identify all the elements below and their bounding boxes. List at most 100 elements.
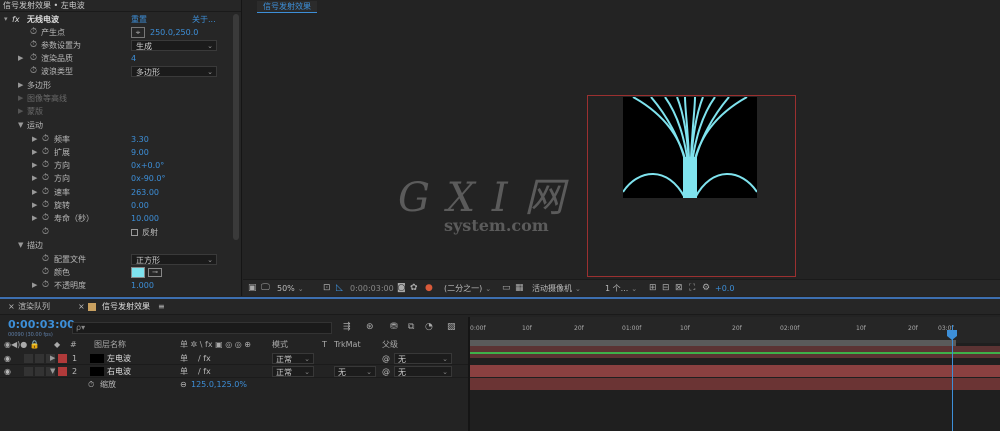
param-value[interactable]: 263.00: [131, 186, 159, 199]
param-row-opacity[interactable]: ▶ ⏱ 不透明度 1.000: [0, 279, 232, 292]
switch-fx-icon[interactable]: / fx: [198, 365, 211, 378]
expand-triangle-icon[interactable]: ▶: [18, 92, 23, 105]
monitor-icon[interactable]: 🖵: [261, 283, 270, 294]
group-row-image-contour[interactable]: ▶ 图像等高线: [0, 92, 232, 105]
close-icon[interactable]: ×: [78, 301, 85, 313]
stopwatch-icon[interactable]: ⏱: [42, 266, 49, 279]
layer-search-input[interactable]: ρ▾: [72, 322, 332, 334]
stopwatch-icon[interactable]: ⏱: [88, 378, 94, 391]
resolution-select[interactable]: (二分之一) ⌄: [441, 283, 499, 294]
effect-controls-scrollbar[interactable]: [233, 14, 239, 240]
zoom-select[interactable]: 50% ⌄: [274, 283, 318, 294]
audio-toggle[interactable]: [24, 367, 33, 376]
group-row-motion[interactable]: ▼ 运动: [0, 119, 232, 132]
param-row-orientation[interactable]: ▶ ⏱ 方向 0x+0.0°: [0, 159, 232, 172]
time-ruler[interactable]: 0:00f 10f 20f 01:00f 10f 20f 02:00f 10f …: [470, 317, 1000, 346]
param-value[interactable]: 1.000: [131, 279, 154, 292]
param-dropdown[interactable]: 正方形 ⌄: [131, 254, 217, 265]
param-row-producer-point[interactable]: ⏱ 产生点 ⌖ 250.0,250.0: [0, 26, 232, 39]
layer-name[interactable]: 右电波: [107, 365, 131, 378]
tab-composition[interactable]: 信号发射效果: [102, 301, 150, 313]
camera-icon[interactable]: ◙: [397, 283, 406, 294]
param-row-parameters[interactable]: ⏱ 参数设置为 生成 ⌄: [0, 39, 232, 52]
exposure-value[interactable]: +0.0: [715, 283, 734, 294]
group-row-mask[interactable]: ▶ 蒙版: [0, 105, 232, 118]
stopwatch-icon[interactable]: ⏱: [30, 39, 37, 52]
param-value[interactable]: 4: [131, 52, 136, 65]
expand-triangle-icon[interactable]: ▶: [32, 146, 37, 159]
camera-select[interactable]: 活动摄像机 ⌄: [529, 283, 599, 294]
param-value[interactable]: 9.00: [131, 146, 149, 159]
param-value[interactable]: 10.000: [131, 212, 159, 225]
motion-blur-icon[interactable]: ◔: [425, 322, 433, 333]
collapse-triangle-icon[interactable]: ▼: [18, 239, 23, 252]
scale-value[interactable]: 125.0,125.0%: [191, 378, 247, 391]
parent-pickwhip-icon[interactable]: @: [382, 352, 390, 365]
stopwatch-icon[interactable]: ⏱: [30, 26, 37, 39]
trkmat-select[interactable]: 无 ⌄: [334, 366, 376, 377]
group-row-stroke[interactable]: ▼ 描边: [0, 239, 232, 252]
stopwatch-icon[interactable]: ⏱: [42, 212, 49, 225]
draft-3d-icon[interactable]: ⊛: [366, 322, 374, 333]
graph-editor-icon[interactable]: ▧: [447, 322, 456, 333]
mode-select[interactable]: 正常 ⌄: [272, 353, 314, 364]
parent-select[interactable]: 无 ⌄: [394, 366, 452, 377]
param-value[interactable]: 0x-90.0°: [131, 172, 166, 185]
viewer-timecode[interactable]: 0:00:03:00: [350, 283, 394, 294]
param-row-expansion[interactable]: ▶ ⏱ 扩展 9.00: [0, 146, 232, 159]
crosshair-icon[interactable]: ⌖: [131, 27, 145, 38]
about-link[interactable]: 关于...: [192, 13, 216, 26]
show-snapshot-icon[interactable]: ✿: [410, 283, 418, 294]
views-select[interactable]: 1 个... ⌄: [602, 283, 646, 294]
stopwatch-icon[interactable]: ⏱: [30, 52, 37, 65]
param-value[interactable]: 0.00: [131, 199, 149, 212]
reset-exposure-icon[interactable]: ⊠: [675, 283, 683, 294]
constrain-proportions-icon[interactable]: ⊖: [180, 378, 187, 391]
fx-icon[interactable]: fx: [12, 13, 20, 26]
expand-triangle-icon[interactable]: ▶: [32, 212, 37, 225]
region-icon[interactable]: ◺: [336, 283, 343, 294]
param-row-wave-type[interactable]: ⏱ 波浪类型 多边形 ⌄: [0, 65, 232, 78]
solo-toggle[interactable]: [35, 354, 44, 363]
param-row-lifespan[interactable]: ▶ ⏱ 寿命（秒） 10.000: [0, 212, 232, 225]
expand-triangle-icon[interactable]: ▶: [32, 133, 37, 146]
grid-icon[interactable]: ⊟: [662, 283, 670, 294]
layer-bar-2[interactable]: [470, 378, 1000, 390]
param-value[interactable]: 250.0,250.0: [150, 26, 198, 39]
layer-label-color[interactable]: [58, 367, 67, 376]
exposure-icon[interactable]: ⚙: [702, 283, 710, 294]
comp-mini-flowchart-icon[interactable]: ⇶: [343, 322, 351, 333]
stopwatch-icon[interactable]: ⏱: [42, 253, 49, 266]
layer-row-2[interactable]: ◉ ▼ 2 右电波 单 / fx 正常 ⌄ 无 ⌄ @ 无 ⌄: [0, 365, 468, 378]
stopwatch-icon[interactable]: ⏱: [42, 146, 49, 159]
playhead-line[interactable]: [952, 325, 953, 431]
layer-label-color[interactable]: [58, 354, 67, 363]
shy-icon[interactable]: ⛃: [390, 322, 398, 333]
expand-triangle-icon[interactable]: ▶: [32, 159, 37, 172]
expand-triangle-icon[interactable]: ▶: [18, 79, 23, 92]
expand-triangle-icon[interactable]: ▶: [50, 352, 55, 365]
collapse-triangle-icon[interactable]: ▼: [18, 119, 23, 132]
layer-name[interactable]: 左电波: [107, 352, 131, 365]
color-channels-icon[interactable]: ●: [425, 283, 433, 294]
solo-toggle[interactable]: [35, 367, 44, 376]
eyedropper-icon[interactable]: ⊸: [148, 268, 162, 277]
expand-triangle-icon[interactable]: ▶: [32, 186, 37, 199]
param-row-render-quality[interactable]: ▶ ⏱ 渲染品质 4: [0, 52, 232, 65]
stopwatch-icon[interactable]: ⏱: [42, 279, 49, 292]
viewer-tab[interactable]: 信号发射效果: [257, 1, 317, 13]
collapse-triangle-icon[interactable]: ▼: [50, 365, 55, 378]
layer-row-1[interactable]: ◉ ▶ 1 左电波 单 / fx 正常 ⌄ @ 无 ⌄: [0, 352, 468, 365]
collapse-triangle-icon[interactable]: ▾: [4, 13, 8, 26]
param-row-frequency[interactable]: ▶ ⏱ 频率 3.30: [0, 133, 232, 146]
fit-icon[interactable]: ⊡: [323, 283, 331, 294]
audio-toggle[interactable]: [24, 354, 33, 363]
expand-triangle-icon[interactable]: ▶: [18, 105, 23, 118]
switch-shy-icon[interactable]: 单: [180, 365, 188, 378]
visibility-eye-icon[interactable]: ◉: [4, 352, 11, 365]
param-value[interactable]: 0x+0.0°: [131, 159, 164, 172]
expand-triangle-icon[interactable]: ▶: [32, 172, 37, 185]
switch-fx-icon[interactable]: / fx: [198, 352, 211, 365]
current-time[interactable]: 0:00:03:00: [8, 318, 75, 331]
param-row-profile[interactable]: ⏱ 配置文件 正方形 ⌄: [0, 253, 232, 266]
